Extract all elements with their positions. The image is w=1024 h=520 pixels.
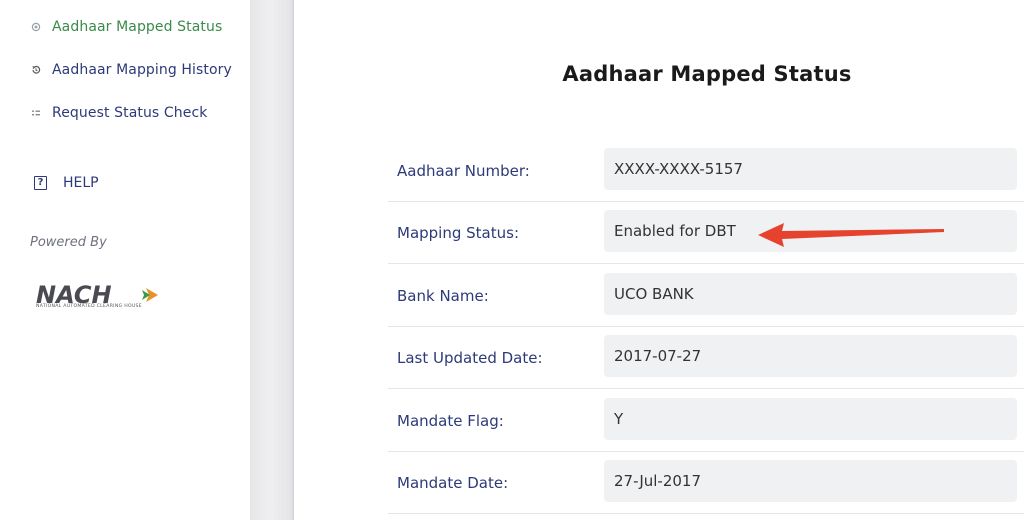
logo-subtext: NATIONAL AUTOMATED CLEARING HOUSE: [36, 304, 142, 309]
sidebar-item-aadhaar-mapped-status[interactable]: Aadhaar Mapped Status: [30, 15, 222, 39]
powered-by-text: Powered By: [30, 235, 107, 250]
app-root: Aadhaar Mapped Status Aadhaar Mapping Hi…: [0, 0, 1024, 520]
row-value: 27-Jul-2017: [604, 460, 1017, 502]
red-arrow-annotation: [758, 223, 944, 247]
detail-row-bank-name: Bank Name: UCO BANK: [388, 265, 1024, 327]
sidebar-item-request-status-check[interactable]: Request Status Check: [30, 101, 207, 125]
detail-row-mandate-date: Mandate Date: 27-Jul-2017: [388, 452, 1024, 514]
sidebar-item-label: Aadhaar Mapped Status: [52, 19, 223, 35]
sidebar-divider: [250, 0, 294, 520]
history-icon: [30, 64, 42, 76]
sidebar-item-label: Aadhaar Mapping History: [52, 62, 232, 78]
sidebar-item-aadhaar-mapping-history[interactable]: Aadhaar Mapping History: [30, 58, 232, 82]
page-title: Aadhaar Mapped Status: [562, 62, 852, 86]
row-value: Y: [604, 398, 1017, 440]
row-label: Bank Name:: [397, 286, 489, 305]
row-label: Mandate Date:: [397, 473, 509, 492]
row-label: Aadhaar Number:: [397, 161, 530, 180]
help-label: HELP: [63, 175, 99, 191]
row-value: UCO BANK: [604, 273, 1017, 315]
help-question-icon: ?: [34, 176, 47, 190]
sidebar-item-label: Request Status Check: [52, 105, 208, 121]
detail-row-last-updated-date: Last Updated Date: 2017-07-27: [388, 327, 1024, 389]
row-value: 2017-07-27: [604, 335, 1017, 377]
row-label: Mandate Flag:: [397, 411, 504, 430]
list-icon: [30, 107, 42, 119]
main-panel: Aadhaar Mapped Status Aadhaar Number: XX…: [294, 0, 1024, 520]
sidebar: Aadhaar Mapped Status Aadhaar Mapping Hi…: [0, 0, 250, 520]
row-label: Mapping Status:: [397, 223, 519, 242]
row-value: XXXX-XXXX-5157: [604, 148, 1017, 190]
sidebar-item-help[interactable]: ? HELP: [34, 172, 99, 194]
row-label: Last Updated Date:: [397, 348, 543, 367]
detail-row-aadhaar-number: Aadhaar Number: XXXX-XXXX-5157: [388, 140, 1024, 202]
radio-dot-icon: [30, 21, 42, 33]
detail-row-mandate-flag: Mandate Flag: Y: [388, 390, 1024, 452]
